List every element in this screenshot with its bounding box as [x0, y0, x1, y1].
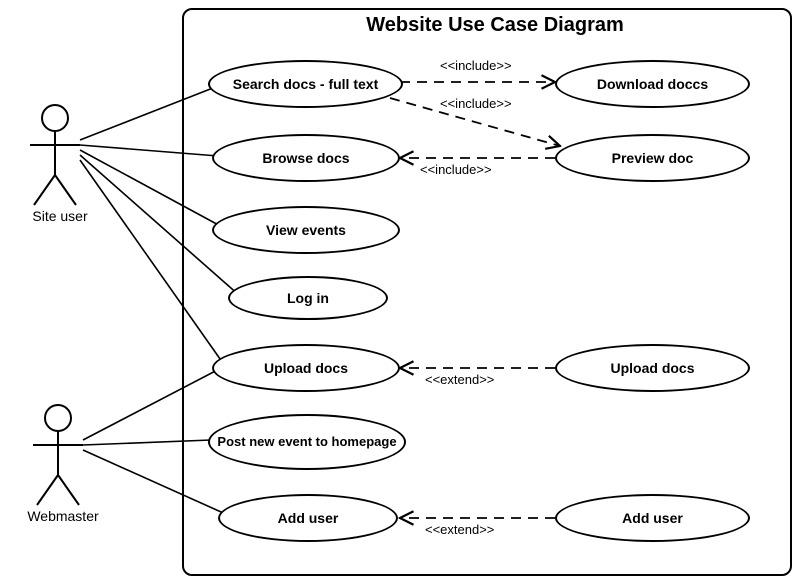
actor-webmaster-figure [33, 405, 83, 505]
actor-site-user-label: Site user [20, 208, 100, 224]
usecase-post-event: Post new event to homepage [208, 414, 406, 470]
usecase-upload-docs: Upload docs [212, 344, 400, 392]
usecase-download-docs: Download doccs [555, 60, 750, 108]
label-include-1: <<include>> [440, 58, 512, 73]
label-extend-2: <<extend>> [425, 522, 494, 537]
usecase-browse-docs: Browse docs [212, 134, 400, 182]
assoc-webmaster-postevent [83, 440, 211, 445]
assoc-webmaster-upload [83, 366, 225, 440]
label-include-3: <<include>> [420, 162, 492, 177]
assoc-webmaster-adduser [83, 450, 230, 516]
actor-site-user-figure [30, 105, 80, 205]
actor-webmaster-label: Webmaster [18, 508, 108, 524]
label-extend-1: <<extend>> [425, 372, 494, 387]
usecase-upload-docs-ext: Upload docs [555, 344, 750, 392]
assoc-siteuser-browse [80, 145, 218, 156]
assoc-siteuser-search [80, 86, 218, 140]
label-include-2: <<include>> [440, 96, 512, 111]
usecase-view-events: View events [212, 206, 400, 254]
use-case-diagram: Website Use Case Diagram [0, 0, 800, 582]
usecase-log-in: Log in [228, 276, 388, 320]
usecase-add-user: Add user [218, 494, 398, 542]
usecase-add-user-ext: Add user [555, 494, 750, 542]
assoc-siteuser-viewevents [80, 150, 224, 228]
usecase-preview-doc: Preview doc [555, 134, 750, 182]
usecase-search-docs: Search docs - full text [208, 60, 403, 108]
